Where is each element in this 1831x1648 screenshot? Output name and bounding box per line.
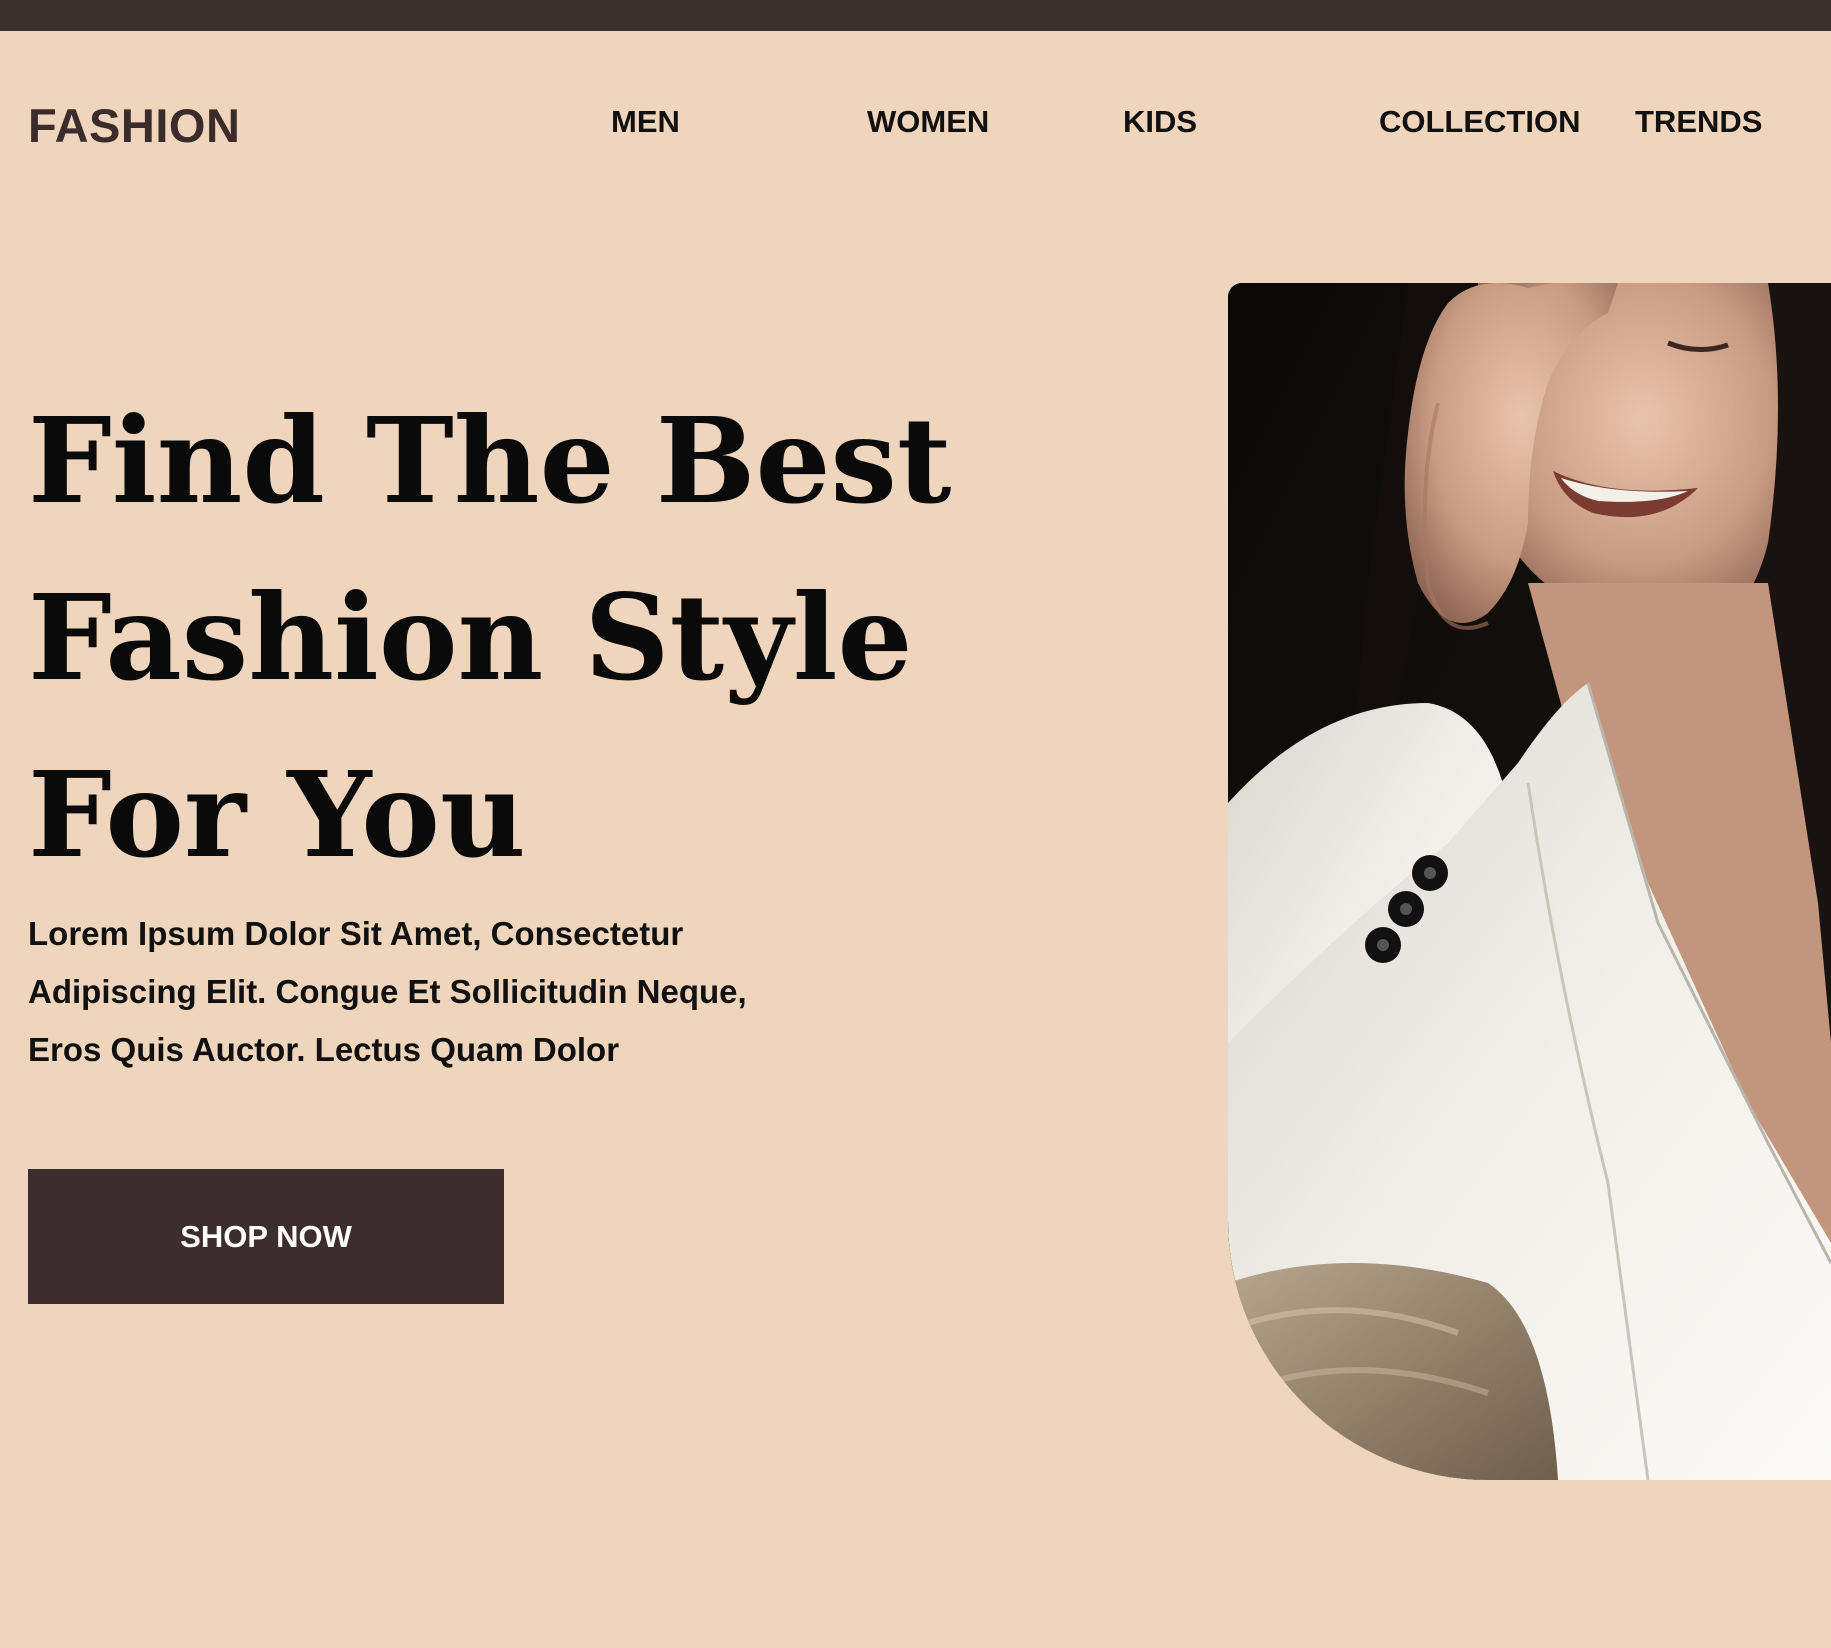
nav-item-collection[interactable]: COLLECTION — [1379, 106, 1581, 137]
hero-description-line: Adipiscing Elit. Congue Et Sollicitudin … — [28, 973, 747, 1010]
hero-description-line: Lorem Ipsum Dolor Sit Amet, Consectetur — [28, 915, 684, 952]
hero-description-line: Eros Quis Auctor. Lectus Quam Dolor — [28, 1031, 620, 1068]
hero-description: Lorem Ipsum Dolor Sit Amet, Consectetur … — [28, 905, 788, 1079]
nav-item-men[interactable]: MEN — [611, 106, 680, 137]
hero-title-line: For You — [28, 745, 526, 884]
shop-now-button[interactable]: SHOP NOW — [28, 1169, 504, 1304]
nav-item-trends[interactable]: TRENDS — [1635, 106, 1762, 137]
hero-title-line: Fashion Style — [28, 568, 913, 707]
hero-title: Find The Best Fashion Style For You — [28, 372, 952, 903]
hero-model-photo — [1228, 283, 1831, 1480]
hero-title-line: Find The Best — [28, 391, 952, 530]
nav-item-women[interactable]: WOMEN — [867, 106, 989, 137]
brand-logo[interactable]: FASHION — [28, 102, 240, 149]
nav-item-kids[interactable]: KIDS — [1123, 106, 1197, 137]
top-bar — [0, 0, 1831, 31]
